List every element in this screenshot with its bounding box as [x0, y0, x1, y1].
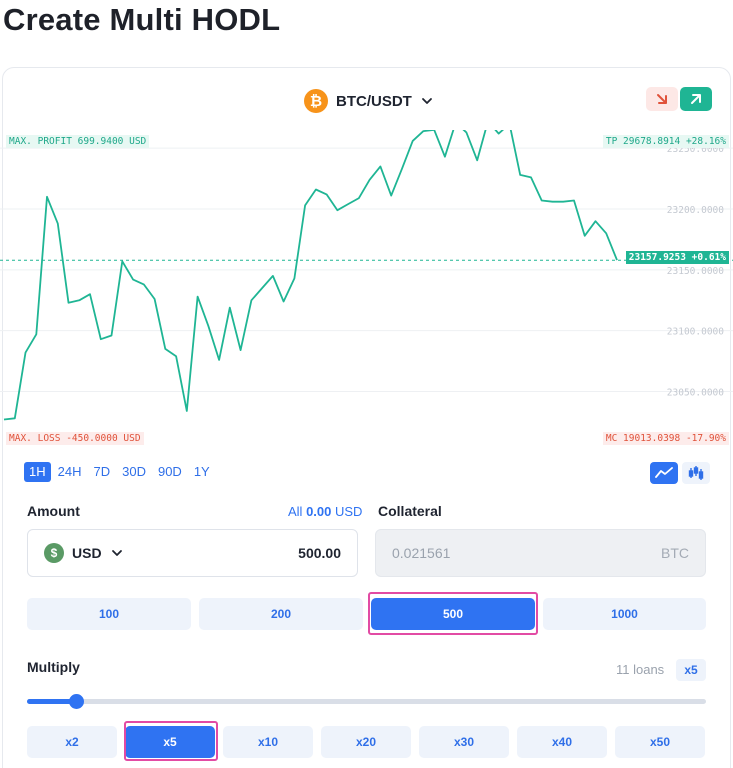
- candlestick-chart-button[interactable]: [682, 462, 710, 484]
- tab-timeframe-1h[interactable]: 1H: [24, 462, 51, 482]
- tab-timeframe-1y[interactable]: 1Y: [189, 462, 215, 482]
- amount-field: $ USD: [27, 529, 358, 577]
- tab-timeframe-30d[interactable]: 30D: [117, 462, 151, 482]
- preset-500-button[interactable]: 500: [371, 598, 535, 630]
- preset-1000-button[interactable]: 1000: [543, 598, 706, 630]
- arrow-up-right-icon: [691, 94, 701, 104]
- all-balance-value: 0.00: [306, 504, 332, 519]
- slider-handle[interactable]: [68, 694, 84, 709]
- preset-100-button[interactable]: 100: [27, 598, 191, 630]
- chevron-down-icon: [421, 98, 432, 104]
- amount-input[interactable]: [201, 545, 341, 561]
- chevron-down-icon: [111, 550, 122, 556]
- price-chart: 23250.000023200.000023150.000023100.0000…: [0, 130, 733, 421]
- currency-selector[interactable]: $ USD: [44, 543, 124, 563]
- y-tick-label: 23100.0000: [667, 327, 724, 338]
- y-tick-label: 23200.0000: [667, 205, 724, 216]
- collateral-field: 0.021561 BTC: [375, 529, 706, 577]
- pair-selector[interactable]: ₿ BTC/USDT: [304, 89, 434, 113]
- current-price-tag: 23157.9253 +0.61%: [625, 251, 729, 264]
- multiplier-badge: x5: [676, 659, 706, 681]
- multiplier-x2-button[interactable]: x2: [27, 726, 117, 758]
- y-tick-label: 23050.0000: [667, 388, 724, 399]
- collateral-value: 0.021561: [392, 545, 451, 561]
- tab-timeframe-7d[interactable]: 7D: [88, 462, 115, 482]
- multiplier-x10-button[interactable]: x10: [223, 726, 313, 758]
- currency-label: USD: [72, 545, 102, 561]
- all-prefix: All: [288, 504, 307, 519]
- line-chart-button[interactable]: [650, 462, 678, 484]
- all-suffix: USD: [331, 504, 363, 519]
- collateral-label: Collateral: [378, 503, 442, 519]
- pair-label: BTC/USDT: [336, 92, 412, 110]
- tab-timeframe-90d[interactable]: 90D: [153, 462, 187, 482]
- margin-call-tag: MC 19013.0398 -17.90%: [602, 432, 729, 445]
- price-series-line: [3, 130, 618, 421]
- y-tick-label: 23150.0000: [667, 266, 724, 277]
- direction-down-button[interactable]: [646, 87, 678, 111]
- multiplier-x5-button[interactable]: x5: [125, 726, 215, 758]
- arrow-down-right-icon: [657, 94, 667, 104]
- collateral-unit: BTC: [661, 545, 689, 561]
- multiplier-x50-button[interactable]: x50: [615, 726, 705, 758]
- direction-up-button[interactable]: [680, 87, 712, 111]
- candlestick-chart-icon: [688, 466, 704, 480]
- timeframe-tabs: 1H 24H 7D 30D 90D 1Y: [24, 462, 215, 482]
- multiplier-x40-button[interactable]: x40: [517, 726, 607, 758]
- amount-label: Amount: [27, 503, 80, 519]
- bitcoin-icon: ₿: [304, 89, 328, 113]
- preset-200-button[interactable]: 200: [199, 598, 363, 630]
- max-loss-tag: MAX. LOSS -450.0000 USD: [6, 432, 144, 445]
- multiplier-x20-button[interactable]: x20: [321, 726, 411, 758]
- multiply-label: Multiply: [27, 659, 80, 675]
- multiplier-x30-button[interactable]: x30: [419, 726, 509, 758]
- line-chart-icon: [655, 467, 673, 478]
- max-profit-tag: MAX. PROFIT 699.9400 USD: [6, 135, 150, 148]
- tab-timeframe-24h[interactable]: 24H: [53, 462, 87, 482]
- all-balance-link[interactable]: All 0.00 USD: [288, 504, 362, 519]
- dollar-icon: $: [44, 543, 64, 563]
- page-title: Create Multi HODL: [3, 2, 281, 37]
- take-profit-tag: TP 29678.8914 +28.16%: [602, 135, 729, 148]
- loans-count: 11 loans: [616, 662, 665, 677]
- multiplier-slider[interactable]: [27, 694, 706, 709]
